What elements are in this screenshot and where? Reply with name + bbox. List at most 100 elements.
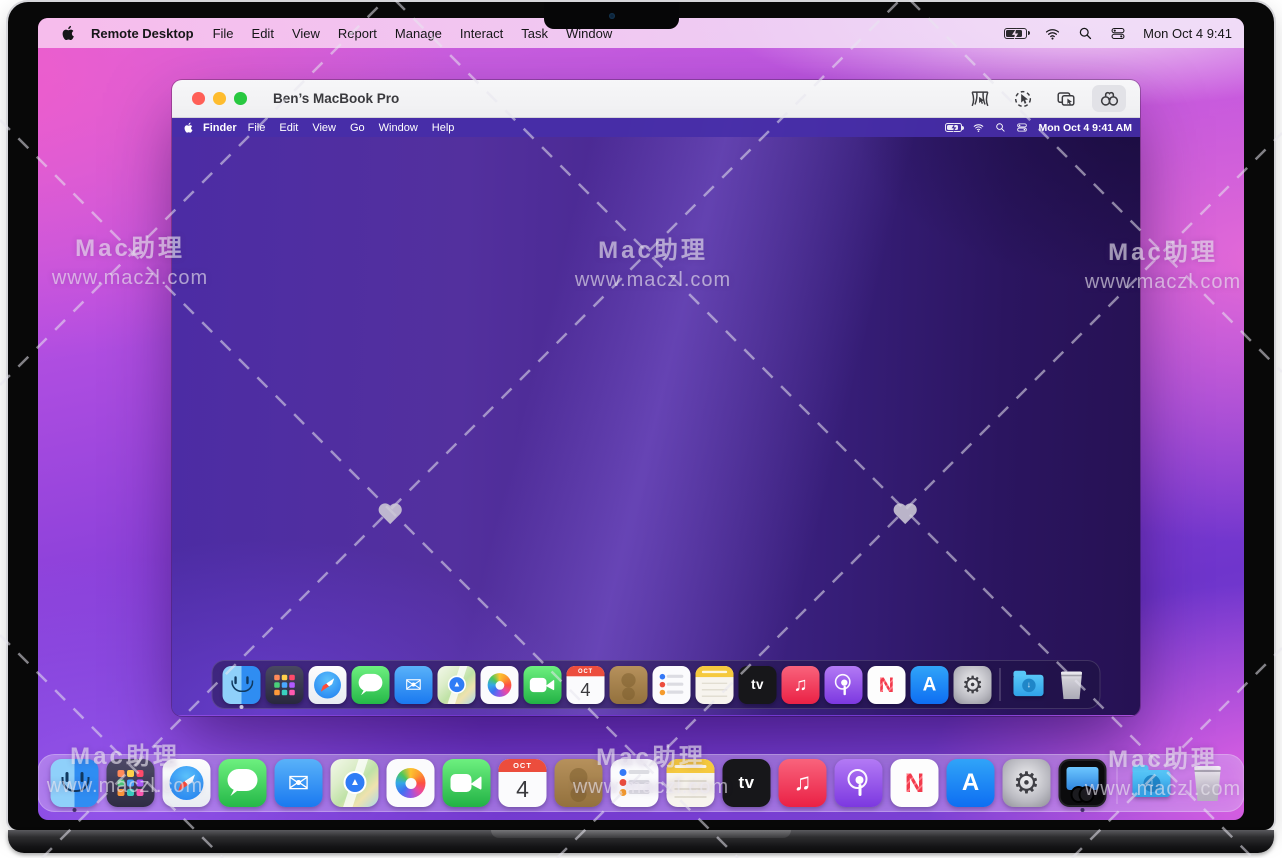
calendar-app-icon: OCT4 bbox=[566, 666, 604, 704]
dock-icon-maps[interactable]: ▲ bbox=[331, 759, 379, 807]
dock-icon-tv[interactable]: tv bbox=[723, 759, 771, 807]
remote-apple-menu-icon[interactable] bbox=[183, 122, 193, 134]
remote-menu-window[interactable]: Window bbox=[372, 122, 425, 134]
contact-silhouette bbox=[621, 673, 635, 687]
dock-icon-tv[interactable]: tv bbox=[738, 666, 776, 704]
remote-wifi-icon[interactable] bbox=[972, 122, 985, 133]
control-mode-icon[interactable] bbox=[1006, 85, 1040, 112]
music-app-icon: ♫ bbox=[781, 666, 819, 704]
music-note-glyph: ♫ bbox=[781, 666, 819, 704]
notes-app-icon bbox=[695, 666, 733, 704]
dock-icon-safari[interactable] bbox=[163, 759, 211, 807]
reminders-app-icon bbox=[611, 759, 659, 807]
battery-charging-icon[interactable] bbox=[1004, 28, 1027, 39]
dock-icon-finder[interactable] bbox=[222, 666, 260, 704]
remote-battery-charging-icon[interactable] bbox=[945, 123, 962, 132]
app-menu-title[interactable]: Remote Desktop bbox=[91, 26, 194, 41]
dock-icon-launchpad[interactable] bbox=[265, 666, 303, 704]
dock-icon-finder[interactable] bbox=[51, 759, 99, 807]
remote-menu-bar: Finder FileEditViewGoWindowHelp bbox=[172, 118, 1140, 137]
tv-app-icon: tv bbox=[738, 666, 776, 704]
curtain-mode-icon[interactable] bbox=[963, 85, 997, 112]
dock-icon-photos[interactable] bbox=[387, 759, 435, 807]
remote-menu-go[interactable]: Go bbox=[343, 122, 372, 134]
wifi-icon[interactable] bbox=[1044, 26, 1061, 41]
podcasts-app-icon bbox=[824, 666, 862, 704]
dock-icon-downloads[interactable]: ↓ bbox=[1128, 759, 1176, 807]
dock-icon-news[interactable]: N bbox=[891, 759, 939, 807]
close-button[interactable] bbox=[192, 92, 205, 105]
menu-view[interactable]: View bbox=[283, 26, 329, 41]
dock-icon-photos[interactable] bbox=[480, 666, 518, 704]
menu-manage[interactable]: Manage bbox=[386, 26, 451, 41]
dock-icon-reminders[interactable] bbox=[611, 759, 659, 807]
running-indicator bbox=[73, 808, 77, 812]
finder-app-icon bbox=[51, 759, 99, 807]
dock-icon-maps[interactable]: ▲ bbox=[437, 666, 475, 704]
remote-search-icon[interactable] bbox=[995, 122, 1006, 133]
dock-icon-messages[interactable] bbox=[219, 759, 267, 807]
dock-icon-notes[interactable] bbox=[667, 759, 715, 807]
menu-interact[interactable]: Interact bbox=[451, 26, 512, 41]
dock-icon-launchpad[interactable] bbox=[107, 759, 155, 807]
dock-icon-safari[interactable] bbox=[308, 666, 346, 704]
dock-icon-news[interactable]: N bbox=[867, 666, 905, 704]
minimize-button[interactable] bbox=[213, 92, 226, 105]
music-app-icon: ♫ bbox=[779, 759, 827, 807]
launchpad-grid bbox=[274, 674, 280, 680]
dock-icon-podcasts[interactable] bbox=[835, 759, 883, 807]
dock-icon-podcasts[interactable] bbox=[824, 666, 862, 704]
dock-icon-appstore[interactable]: A bbox=[910, 666, 948, 704]
dock-icon-contacts[interactable] bbox=[555, 759, 603, 807]
zoom-button[interactable] bbox=[234, 92, 247, 105]
remote-control-center-icon[interactable] bbox=[1016, 122, 1028, 133]
dock-icon-mail[interactable]: ✉ bbox=[275, 759, 323, 807]
dock-icon-remotedesktop[interactable] bbox=[1059, 759, 1107, 807]
dock-icon-trash[interactable] bbox=[1184, 759, 1232, 807]
dock-icon-calendar[interactable]: OCT4 bbox=[499, 759, 547, 807]
dock-icon-notes[interactable] bbox=[695, 666, 733, 704]
remote-menu-view[interactable]: View bbox=[305, 122, 343, 134]
sysprefs-app-icon: ⚙ bbox=[1003, 759, 1051, 807]
gear-glyph: ⚙ bbox=[1003, 759, 1051, 807]
dock-icon-music[interactable]: ♫ bbox=[779, 759, 827, 807]
sysprefs-app-icon: ⚙ bbox=[953, 666, 991, 704]
dock-icon-downloads[interactable]: ↓ bbox=[1009, 666, 1047, 704]
remote-screen: Finder FileEditViewGoWindowHelp bbox=[172, 118, 1140, 715]
dock-icon-sysprefs[interactable]: ⚙ bbox=[953, 666, 991, 704]
observe-mode-icon[interactable] bbox=[1092, 85, 1126, 112]
host-dock: ✉▲ OCT4 tv♫ NA⚙ ↓ bbox=[38, 754, 1244, 812]
search-icon[interactable] bbox=[1078, 26, 1093, 41]
dock-icon-mail[interactable]: ✉ bbox=[394, 666, 432, 704]
remote-clock[interactable]: Mon Oct 4 9:41 AM bbox=[1038, 122, 1132, 134]
apple-menu-icon[interactable] bbox=[60, 25, 75, 42]
menu-file[interactable]: File bbox=[204, 26, 243, 41]
dock-icon-calendar[interactable]: OCT4 bbox=[566, 666, 604, 704]
dock-icon-messages[interactable] bbox=[351, 666, 389, 704]
control-center-icon[interactable] bbox=[1110, 26, 1126, 41]
desktop-wallpaper: Remote Desktop FileEditViewReportManageI… bbox=[38, 18, 1244, 820]
dock-icon-contacts[interactable] bbox=[609, 666, 647, 704]
trash-can-shape bbox=[1194, 766, 1222, 801]
speech-bubble bbox=[228, 769, 258, 791]
calendar-month: OCT bbox=[566, 666, 604, 676]
window-titlebar[interactable]: Ben’s MacBook Pro bbox=[172, 80, 1140, 118]
menu-report[interactable]: Report bbox=[329, 26, 386, 41]
dock-icon-reminders[interactable] bbox=[652, 666, 690, 704]
dock-icon-sysprefs[interactable]: ⚙ bbox=[1003, 759, 1051, 807]
reminder-row bbox=[666, 690, 683, 693]
remote-menu-edit[interactable]: Edit bbox=[272, 122, 305, 134]
dock-icon-facetime[interactable] bbox=[443, 759, 491, 807]
remote-menu-help[interactable]: Help bbox=[425, 122, 462, 134]
share-screen-icon[interactable] bbox=[1049, 85, 1083, 112]
host-clock[interactable]: Mon Oct 4 9:41 bbox=[1143, 26, 1232, 41]
dock-icon-facetime[interactable] bbox=[523, 666, 561, 704]
dock-icon-appstore[interactable]: A bbox=[947, 759, 995, 807]
dock-icon-music[interactable]: ♫ bbox=[781, 666, 819, 704]
facetime-app-icon bbox=[443, 759, 491, 807]
reminder-row bbox=[629, 770, 650, 774]
menu-edit[interactable]: Edit bbox=[243, 26, 283, 41]
remote-menu-file[interactable]: File bbox=[241, 122, 273, 134]
dock-icon-trash[interactable] bbox=[1052, 666, 1090, 704]
remote-app-menu-title[interactable]: Finder bbox=[203, 122, 237, 134]
